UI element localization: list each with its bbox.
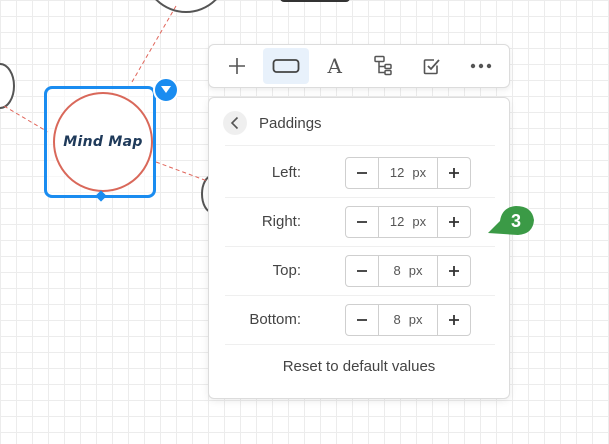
connector-right <box>155 161 211 183</box>
connector-left <box>3 105 49 133</box>
mind-map-node-selection[interactable]: Mind Map <box>44 77 179 202</box>
value-unit: px <box>412 165 427 180</box>
offscreen-node-top-right[interactable] <box>280 0 350 2</box>
divider <box>225 344 495 345</box>
value-number: 12 <box>389 165 405 180</box>
offscreen-node-left[interactable] <box>0 63 15 109</box>
value-unit: px <box>412 214 427 229</box>
minus-icon <box>357 318 367 321</box>
plus-icon <box>449 216 459 227</box>
increment-button[interactable] <box>438 158 470 188</box>
plus-icon <box>449 167 459 178</box>
node-menu-toggle[interactable] <box>153 77 179 103</box>
padding-label: Left: <box>271 164 301 181</box>
minus-icon <box>357 220 367 223</box>
padding-row-bottom: Bottom: 8 px <box>223 295 495 344</box>
floating-toolbar: A <box>208 44 510 88</box>
decrement-button[interactable] <box>346 207 378 237</box>
padding-label: Right: <box>261 213 301 230</box>
plus-icon <box>449 314 459 325</box>
panel-title: Paddings <box>259 114 322 132</box>
connector-top <box>131 5 177 83</box>
padding-top-stepper[interactable]: 8 px <box>345 254 471 287</box>
value-number: 8 <box>393 263 401 278</box>
shape-button[interactable] <box>262 48 310 84</box>
increment-button[interactable] <box>438 305 470 335</box>
padding-label: Top: <box>272 262 301 279</box>
padding-row-right: Right: 12 px <box>223 197 495 246</box>
value-unit: px <box>408 312 423 327</box>
padding-bottom-stepper[interactable]: 8 px <box>345 303 471 336</box>
more-icon <box>470 63 491 69</box>
text-style-button[interactable]: A <box>311 48 358 84</box>
padding-label: Bottom: <box>249 311 301 328</box>
value-number: 12 <box>389 214 405 229</box>
minus-icon <box>357 171 367 174</box>
padding-left-stepper[interactable]: 12 px <box>345 156 471 189</box>
reset-defaults-link[interactable]: Reset to default values <box>209 358 509 375</box>
caret-down-icon <box>161 86 171 93</box>
increment-button[interactable] <box>438 207 470 237</box>
padding-row-top: Top: 8 px <box>223 246 495 295</box>
value-unit: px <box>408 263 423 278</box>
plus-icon <box>449 265 459 276</box>
padding-left-value[interactable]: 12 px <box>378 157 438 188</box>
chevron-left-icon <box>230 116 239 130</box>
decrement-button[interactable] <box>346 158 378 188</box>
node-label: Mind Map <box>63 134 143 150</box>
value-number: 8 <box>393 312 401 327</box>
text-style-icon: A <box>327 54 342 78</box>
padding-right-stepper[interactable]: 12 px <box>345 205 471 238</box>
layout-button[interactable] <box>360 48 407 84</box>
minus-icon <box>357 269 367 272</box>
increment-button[interactable] <box>438 256 470 286</box>
decrement-button[interactable] <box>346 256 378 286</box>
padding-right-value[interactable]: 12 px <box>378 206 438 237</box>
decrement-button[interactable] <box>346 305 378 335</box>
step-number: 3 <box>510 210 521 231</box>
panel-header: Paddings <box>223 110 322 136</box>
rectangle-shape-icon <box>272 59 300 73</box>
padding-row-left: Left: 12 px <box>223 148 495 197</box>
back-button[interactable] <box>223 111 247 135</box>
task-button[interactable] <box>409 48 456 84</box>
paddings-panel: Paddings Left: 12 px Right: 12 px Top: 8… <box>208 97 510 399</box>
layout-tree-icon <box>374 55 393 76</box>
padding-top-value[interactable]: 8 px <box>378 255 438 286</box>
add-button[interactable] <box>214 48 261 84</box>
divider <box>225 145 495 146</box>
offscreen-node-top[interactable] <box>144 0 228 13</box>
plus-icon <box>229 58 246 74</box>
checkbox-icon <box>423 59 440 75</box>
more-button[interactable] <box>457 48 504 84</box>
padding-bottom-value[interactable]: 8 px <box>378 304 438 335</box>
mind-map-node[interactable]: Mind Map <box>53 92 153 192</box>
